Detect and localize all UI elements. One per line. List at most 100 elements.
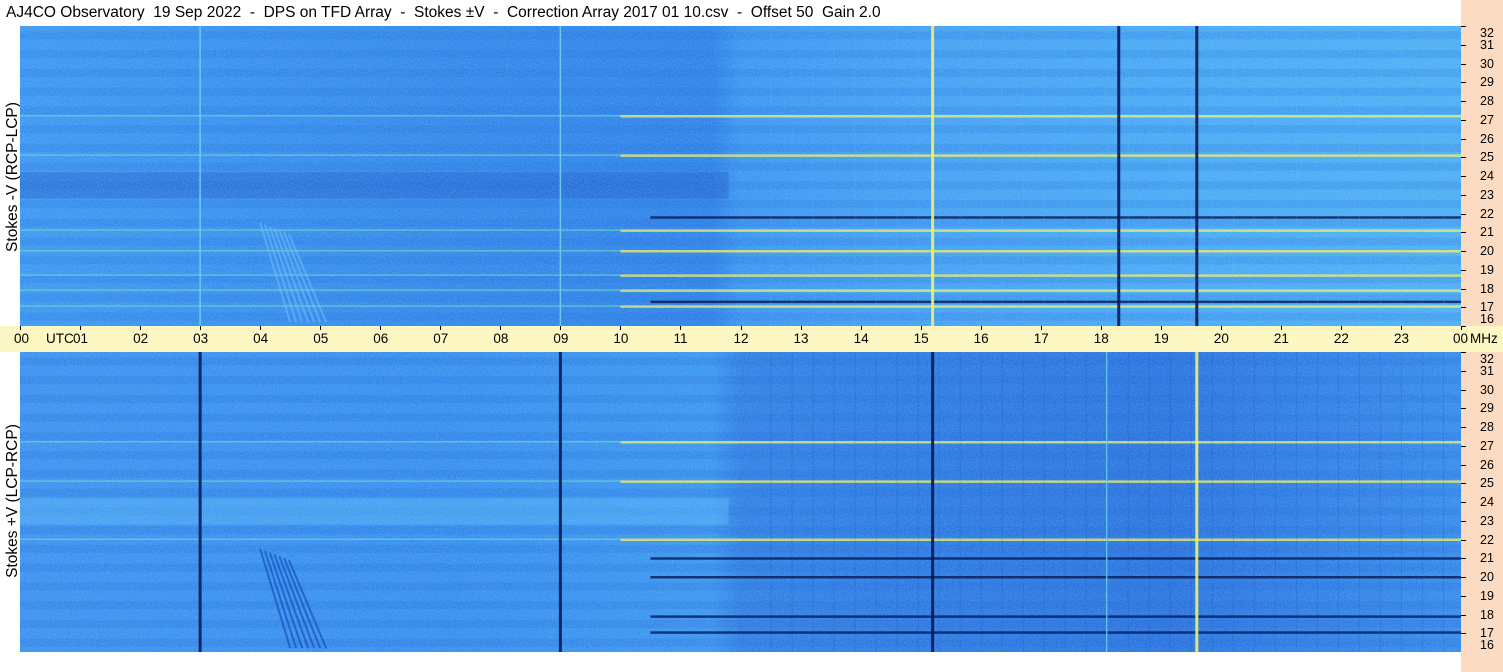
time-tick-label: 04: [253, 331, 269, 346]
time-axis: 00 01 02 03 04 05 06 07 08 09 10 11 12 13 14 15 16 17 18 19…: [0, 326, 1503, 352]
freq-tick-label: 20: [1480, 570, 1494, 584]
vertical-texture: [1106, 26, 1108, 326]
freq-tick-mark: [1461, 464, 1466, 466]
vertical-texture: [1127, 26, 1129, 326]
freq-tick-mark: [1461, 539, 1466, 541]
dark-band: [650, 631, 1461, 634]
vertical-line: [558, 352, 562, 652]
vertical-texture: [1442, 352, 1444, 652]
freq-tick-label: 17: [1480, 300, 1494, 315]
freq-unit-label: MHz: [1470, 331, 1498, 346]
vertical-texture: [1064, 352, 1066, 652]
vertical-texture: [1337, 352, 1339, 652]
vertical-texture: [1232, 352, 1234, 652]
time-tick-label: 17: [1033, 331, 1049, 346]
vertical-texture: [1295, 352, 1297, 652]
vertical-texture: [1253, 26, 1255, 326]
rfi-band: [620, 305, 1461, 308]
vertical-line: [1195, 352, 1199, 652]
freq-tick-mark: [1461, 352, 1466, 353]
noise-texture: [20, 352, 1461, 652]
rfi-band: [20, 154, 621, 156]
vertical-texture: [1421, 26, 1423, 326]
time-tick-mark: [500, 326, 502, 330]
dark-band: [650, 576, 1461, 579]
vertical-texture: [1400, 352, 1402, 652]
time-tick-label: 00: [1453, 331, 1469, 346]
vertical-texture: [1253, 352, 1255, 652]
freq-tick-mark: [1461, 101, 1466, 102]
freq-tick-mark: [1461, 483, 1466, 485]
time-tick-label: 22: [1333, 331, 1349, 346]
vertical-texture: [791, 26, 793, 326]
rfi-band: [20, 538, 621, 540]
freq-tick-mark: [1461, 194, 1466, 196]
time-tick-label: 07: [433, 331, 449, 346]
time-tick-label: 03: [193, 331, 209, 346]
freq-tick-mark: [1461, 577, 1466, 578]
vertical-texture: [980, 26, 982, 326]
vertical-texture: [875, 352, 877, 652]
rfi-band: [620, 115, 1461, 118]
freq-tick-mark: [1461, 408, 1466, 410]
spectrogram-top-plot: [20, 26, 1461, 326]
spectrogram-bottom[interactable]: [20, 352, 1461, 652]
freq-tick-label: 27: [1480, 112, 1494, 127]
vertical-texture: [1337, 26, 1339, 326]
freq-tick-mark: [1461, 119, 1466, 121]
freq-tick-label: 25: [1480, 476, 1494, 491]
vertical-texture: [896, 352, 898, 652]
spectrogram-top[interactable]: [20, 26, 1461, 326]
vertical-texture: [1274, 352, 1276, 652]
vertical-texture: [1085, 352, 1087, 652]
freq-tick-label: 25: [1480, 150, 1494, 165]
time-tick-mark: [560, 326, 562, 330]
vertical-texture: [1274, 26, 1276, 326]
freq-tick-label: 21: [1480, 551, 1494, 566]
dark-band: [650, 300, 1461, 304]
vertical-texture: [896, 26, 898, 326]
time-tick-label: 19: [1153, 331, 1169, 346]
freq-tick-mark: [1461, 427, 1466, 428]
freq-tick-label: 23: [1480, 513, 1494, 528]
freq-tick-mark: [1461, 63, 1466, 65]
rfi-band: [620, 441, 1461, 444]
rfi-band: [20, 480, 621, 482]
time-tick-mark: [1100, 326, 1102, 330]
vertical-texture: [1064, 26, 1066, 326]
vertical-texture: [1295, 26, 1297, 326]
time-tick-label: 20: [1213, 331, 1229, 346]
vertical-texture: [854, 26, 856, 326]
time-tick-mark: [680, 326, 682, 330]
vertical-texture: [938, 352, 940, 652]
chart-title: AJ4CO Observatory 19 Sep 2022 - DPS on T…: [6, 4, 881, 21]
vertical-texture: [1127, 352, 1129, 652]
vertical-texture: [1232, 26, 1234, 326]
time-tick-label: 08: [493, 331, 509, 346]
frame-bottom: [0, 652, 1503, 672]
freq-tick-label: 17: [1480, 626, 1494, 641]
time-tick-mark: [1280, 326, 1282, 330]
time-tick-mark: [140, 326, 142, 330]
time-tick-mark: [1160, 326, 1162, 330]
rfi-band: [20, 250, 621, 252]
freq-tick-mark: [1461, 44, 1466, 46]
freq-tick-label: 22: [1480, 532, 1494, 547]
rfi-band: [620, 289, 1461, 292]
freq-tick-mark: [1461, 251, 1466, 252]
vertical-line: [1117, 26, 1121, 326]
time-tick-mark: [380, 326, 382, 330]
vertical-texture: [812, 352, 814, 652]
frequency-axis-bottom: 16 17 18 19 20 21 22 23 24 25 26 27 28 29 30 31 32: [1461, 352, 1503, 653]
dark-band: [650, 615, 1461, 618]
freq-tick-label: 19: [1480, 262, 1494, 277]
vertical-line: [1195, 26, 1199, 326]
rfi-band: [20, 274, 621, 276]
freq-tick-mark: [1461, 232, 1466, 234]
freq-tick-mark: [1461, 138, 1466, 140]
freq-tick-label: 23: [1480, 187, 1494, 202]
frame-corner: [1461, 652, 1503, 672]
vertical-texture: [833, 352, 835, 652]
freq-tick-mark: [1461, 288, 1466, 290]
vertical-line: [931, 26, 935, 326]
